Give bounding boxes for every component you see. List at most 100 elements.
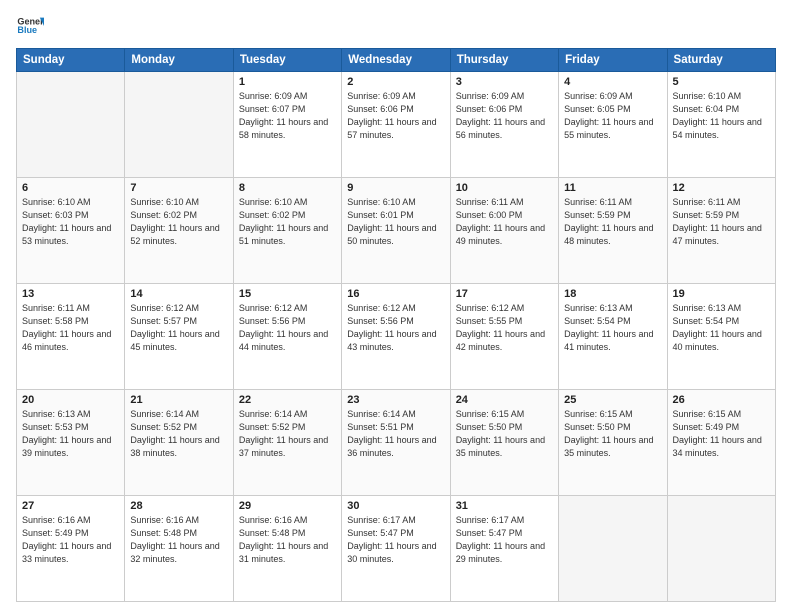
day-number: 25	[564, 394, 661, 406]
day-info: Sunrise: 6:12 AM Sunset: 5:56 PM Dayligh…	[347, 302, 444, 354]
svg-text:Blue: Blue	[17, 25, 37, 35]
day-info: Sunrise: 6:11 AM Sunset: 6:00 PM Dayligh…	[456, 196, 553, 248]
calendar-week-2: 6 Sunrise: 6:10 AM Sunset: 6:03 PM Daylig…	[17, 178, 776, 284]
calendar-header-thursday: Thursday	[450, 49, 558, 72]
calendar-cell: 16 Sunrise: 6:12 AM Sunset: 5:56 PM Dayli…	[342, 284, 450, 390]
day-number: 10	[456, 182, 553, 194]
day-info: Sunrise: 6:11 AM Sunset: 5:59 PM Dayligh…	[673, 196, 770, 248]
day-info: Sunrise: 6:11 AM Sunset: 5:58 PM Dayligh…	[22, 302, 119, 354]
day-info: Sunrise: 6:09 AM Sunset: 6:07 PM Dayligh…	[239, 90, 336, 142]
day-number: 5	[673, 76, 770, 88]
calendar-cell	[559, 496, 667, 602]
day-info: Sunrise: 6:09 AM Sunset: 6:05 PM Dayligh…	[564, 90, 661, 142]
calendar-cell: 13Sunrise: 6:11 AM Sunset: 5:58 PM Dayli…	[17, 284, 125, 390]
day-number: 8	[239, 182, 336, 194]
day-info: Sunrise: 6:14 AM Sunset: 5:52 PM Dayligh…	[130, 408, 227, 460]
calendar-week-5: 27 Sunrise: 6:16 AM Sunset: 5:49 PM Dayli…	[17, 496, 776, 602]
calendar-cell: 22 Sunrise: 6:14 AM Sunset: 5:52 PM Dayli…	[233, 390, 341, 496]
calendar-cell: 25 Sunrise: 6:15 AM Sunset: 5:50 PM Dayli…	[559, 390, 667, 496]
day-info: Sunrise: 6:12 AM Sunset: 5:55 PM Dayligh…	[456, 302, 553, 354]
day-number: 7	[130, 182, 227, 194]
day-number: 23	[347, 394, 444, 406]
calendar-cell: 31 Sunrise: 6:17 AM Sunset: 5:47 PM Dayli…	[450, 496, 558, 602]
calendar-cell: 29 Sunrise: 6:16 AM Sunset: 5:48 PM Dayli…	[233, 496, 341, 602]
calendar-cell: 28 Sunrise: 6:16 AM Sunset: 5:48 PM Dayli…	[125, 496, 233, 602]
day-info: Sunrise: 6:14 AM Sunset: 5:52 PM Dayligh…	[239, 408, 336, 460]
day-info: Sunrise: 6:13 AM Sunset: 5:54 PM Dayligh…	[564, 302, 661, 354]
day-number: 28	[130, 500, 227, 512]
header: General Blue	[16, 12, 776, 40]
calendar-cell: 3 Sunrise: 6:09 AM Sunset: 6:06 PM Daylig…	[450, 72, 558, 178]
day-number: 15	[239, 288, 336, 300]
calendar-header-row: SundayMondayTuesdayWednesdayThursdayFrid…	[17, 49, 776, 72]
day-number: 22	[239, 394, 336, 406]
day-number: 14	[130, 288, 227, 300]
day-info: Sunrise: 6:17 AM Sunset: 5:47 PM Dayligh…	[347, 514, 444, 566]
day-number: 3	[456, 76, 553, 88]
calendar-cell: 17 Sunrise: 6:12 AM Sunset: 5:55 PM Dayli…	[450, 284, 558, 390]
day-number: 17	[456, 288, 553, 300]
logo: General Blue	[16, 12, 48, 40]
calendar-header-friday: Friday	[559, 49, 667, 72]
day-info: Sunrise: 6:17 AM Sunset: 5:47 PM Dayligh…	[456, 514, 553, 566]
day-number: 31	[456, 500, 553, 512]
calendar-cell: 4Sunrise: 6:09 AM Sunset: 6:05 PM Daylig…	[559, 72, 667, 178]
day-number: 12	[673, 182, 770, 194]
day-info: Sunrise: 6:12 AM Sunset: 5:57 PM Dayligh…	[130, 302, 227, 354]
calendar-cell: 2Sunrise: 6:09 AM Sunset: 6:06 PM Daylig…	[342, 72, 450, 178]
calendar-cell: 15 Sunrise: 6:12 AM Sunset: 5:56 PM Dayli…	[233, 284, 341, 390]
calendar-cell: 12 Sunrise: 6:11 AM Sunset: 5:59 PM Dayli…	[667, 178, 775, 284]
day-number: 19	[673, 288, 770, 300]
calendar-cell: 1 Sunrise: 6:09 AM Sunset: 6:07 PM Daylig…	[233, 72, 341, 178]
calendar-header-wednesday: Wednesday	[342, 49, 450, 72]
calendar-table: SundayMondayTuesdayWednesdayThursdayFrid…	[16, 48, 776, 602]
general-blue-icon: General Blue	[16, 12, 44, 40]
calendar-cell: 21 Sunrise: 6:14 AM Sunset: 5:52 PM Dayli…	[125, 390, 233, 496]
calendar-cell: 5Sunrise: 6:10 AM Sunset: 6:04 PM Daylig…	[667, 72, 775, 178]
day-number: 24	[456, 394, 553, 406]
day-number: 30	[347, 500, 444, 512]
day-info: Sunrise: 6:13 AM Sunset: 5:54 PM Dayligh…	[673, 302, 770, 354]
day-number: 16	[347, 288, 444, 300]
calendar-header-monday: Monday	[125, 49, 233, 72]
day-info: Sunrise: 6:16 AM Sunset: 5:49 PM Dayligh…	[22, 514, 119, 566]
day-info: Sunrise: 6:15 AM Sunset: 5:50 PM Dayligh…	[564, 408, 661, 460]
day-info: Sunrise: 6:10 AM Sunset: 6:02 PM Dayligh…	[130, 196, 227, 248]
calendar-header-saturday: Saturday	[667, 49, 775, 72]
day-number: 21	[130, 394, 227, 406]
calendar-week-4: 20 Sunrise: 6:13 AM Sunset: 5:53 PM Dayli…	[17, 390, 776, 496]
calendar-header-sunday: Sunday	[17, 49, 125, 72]
calendar-cell: 14 Sunrise: 6:12 AM Sunset: 5:57 PM Dayli…	[125, 284, 233, 390]
calendar-cell: 18Sunrise: 6:13 AM Sunset: 5:54 PM Dayli…	[559, 284, 667, 390]
day-number: 27	[22, 500, 119, 512]
day-number: 11	[564, 182, 661, 194]
day-info: Sunrise: 6:14 AM Sunset: 5:51 PM Dayligh…	[347, 408, 444, 460]
calendar-cell: 11 Sunrise: 6:11 AM Sunset: 5:59 PM Dayli…	[559, 178, 667, 284]
day-info: Sunrise: 6:11 AM Sunset: 5:59 PM Dayligh…	[564, 196, 661, 248]
calendar-header-tuesday: Tuesday	[233, 49, 341, 72]
calendar-cell: 7 Sunrise: 6:10 AM Sunset: 6:02 PM Daylig…	[125, 178, 233, 284]
calendar-cell: 9Sunrise: 6:10 AM Sunset: 6:01 PM Daylig…	[342, 178, 450, 284]
calendar-cell	[17, 72, 125, 178]
day-number: 9	[347, 182, 444, 194]
day-number: 20	[22, 394, 119, 406]
day-info: Sunrise: 6:16 AM Sunset: 5:48 PM Dayligh…	[239, 514, 336, 566]
day-info: Sunrise: 6:15 AM Sunset: 5:50 PM Dayligh…	[456, 408, 553, 460]
day-number: 29	[239, 500, 336, 512]
day-info: Sunrise: 6:12 AM Sunset: 5:56 PM Dayligh…	[239, 302, 336, 354]
day-info: Sunrise: 6:16 AM Sunset: 5:48 PM Dayligh…	[130, 514, 227, 566]
day-info: Sunrise: 6:10 AM Sunset: 6:02 PM Dayligh…	[239, 196, 336, 248]
calendar-cell: 6 Sunrise: 6:10 AM Sunset: 6:03 PM Daylig…	[17, 178, 125, 284]
calendar-cell: 27 Sunrise: 6:16 AM Sunset: 5:49 PM Dayli…	[17, 496, 125, 602]
day-number: 1	[239, 76, 336, 88]
calendar-cell: 8 Sunrise: 6:10 AM Sunset: 6:02 PM Daylig…	[233, 178, 341, 284]
calendar-cell: 20 Sunrise: 6:13 AM Sunset: 5:53 PM Dayli…	[17, 390, 125, 496]
calendar-cell: 26Sunrise: 6:15 AM Sunset: 5:49 PM Dayli…	[667, 390, 775, 496]
day-info: Sunrise: 6:10 AM Sunset: 6:03 PM Dayligh…	[22, 196, 119, 248]
day-number: 6	[22, 182, 119, 194]
calendar-week-3: 13Sunrise: 6:11 AM Sunset: 5:58 PM Dayli…	[17, 284, 776, 390]
day-number: 26	[673, 394, 770, 406]
day-info: Sunrise: 6:09 AM Sunset: 6:06 PM Dayligh…	[456, 90, 553, 142]
calendar-cell: 10 Sunrise: 6:11 AM Sunset: 6:00 PM Dayli…	[450, 178, 558, 284]
day-info: Sunrise: 6:13 AM Sunset: 5:53 PM Dayligh…	[22, 408, 119, 460]
